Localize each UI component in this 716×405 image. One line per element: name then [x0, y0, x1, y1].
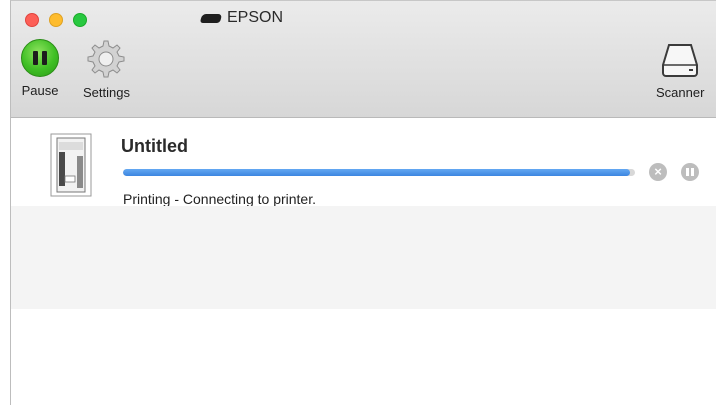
print-queue-window: EPSON Pause Settings Scanner Untitled Pr… [10, 0, 716, 405]
window-title-text: EPSON [227, 9, 284, 26]
printer-icon [199, 13, 223, 23]
window-title: EPSON [199, 9, 284, 27]
settings-button[interactable]: Settings [83, 39, 130, 100]
close-window-button[interactable] [25, 13, 39, 27]
job-progress-bar [123, 169, 635, 176]
settings-label: Settings [83, 85, 130, 100]
hold-job-button[interactable] [681, 163, 699, 181]
scanner-button[interactable]: Scanner [656, 39, 704, 100]
scanner-icon [662, 44, 699, 77]
pause-icon [21, 39, 59, 77]
zoom-window-button[interactable] [73, 13, 87, 27]
scanner-label: Scanner [656, 85, 705, 100]
gear-icon [87, 40, 125, 78]
minimize-window-button[interactable] [49, 13, 63, 27]
cancel-job-button[interactable]: × [649, 163, 667, 181]
pause-small-icon [686, 168, 694, 176]
document-icon [50, 133, 92, 197]
empty-row [11, 206, 716, 309]
job-progress-fill [123, 169, 630, 176]
title-bar: EPSON Pause Settings Scanner [11, 1, 716, 118]
job-name: Untitled [121, 136, 188, 156]
pause-button[interactable]: Pause [21, 39, 59, 98]
job-list: Untitled Printing - Connecting to printe… [11, 118, 716, 405]
job-status: Printing - Connecting to printer. [123, 191, 316, 207]
list-item[interactable]: Untitled Printing - Connecting to printe… [11, 118, 716, 207]
close-icon: × [654, 164, 662, 179]
pause-label: Pause [21, 83, 59, 98]
